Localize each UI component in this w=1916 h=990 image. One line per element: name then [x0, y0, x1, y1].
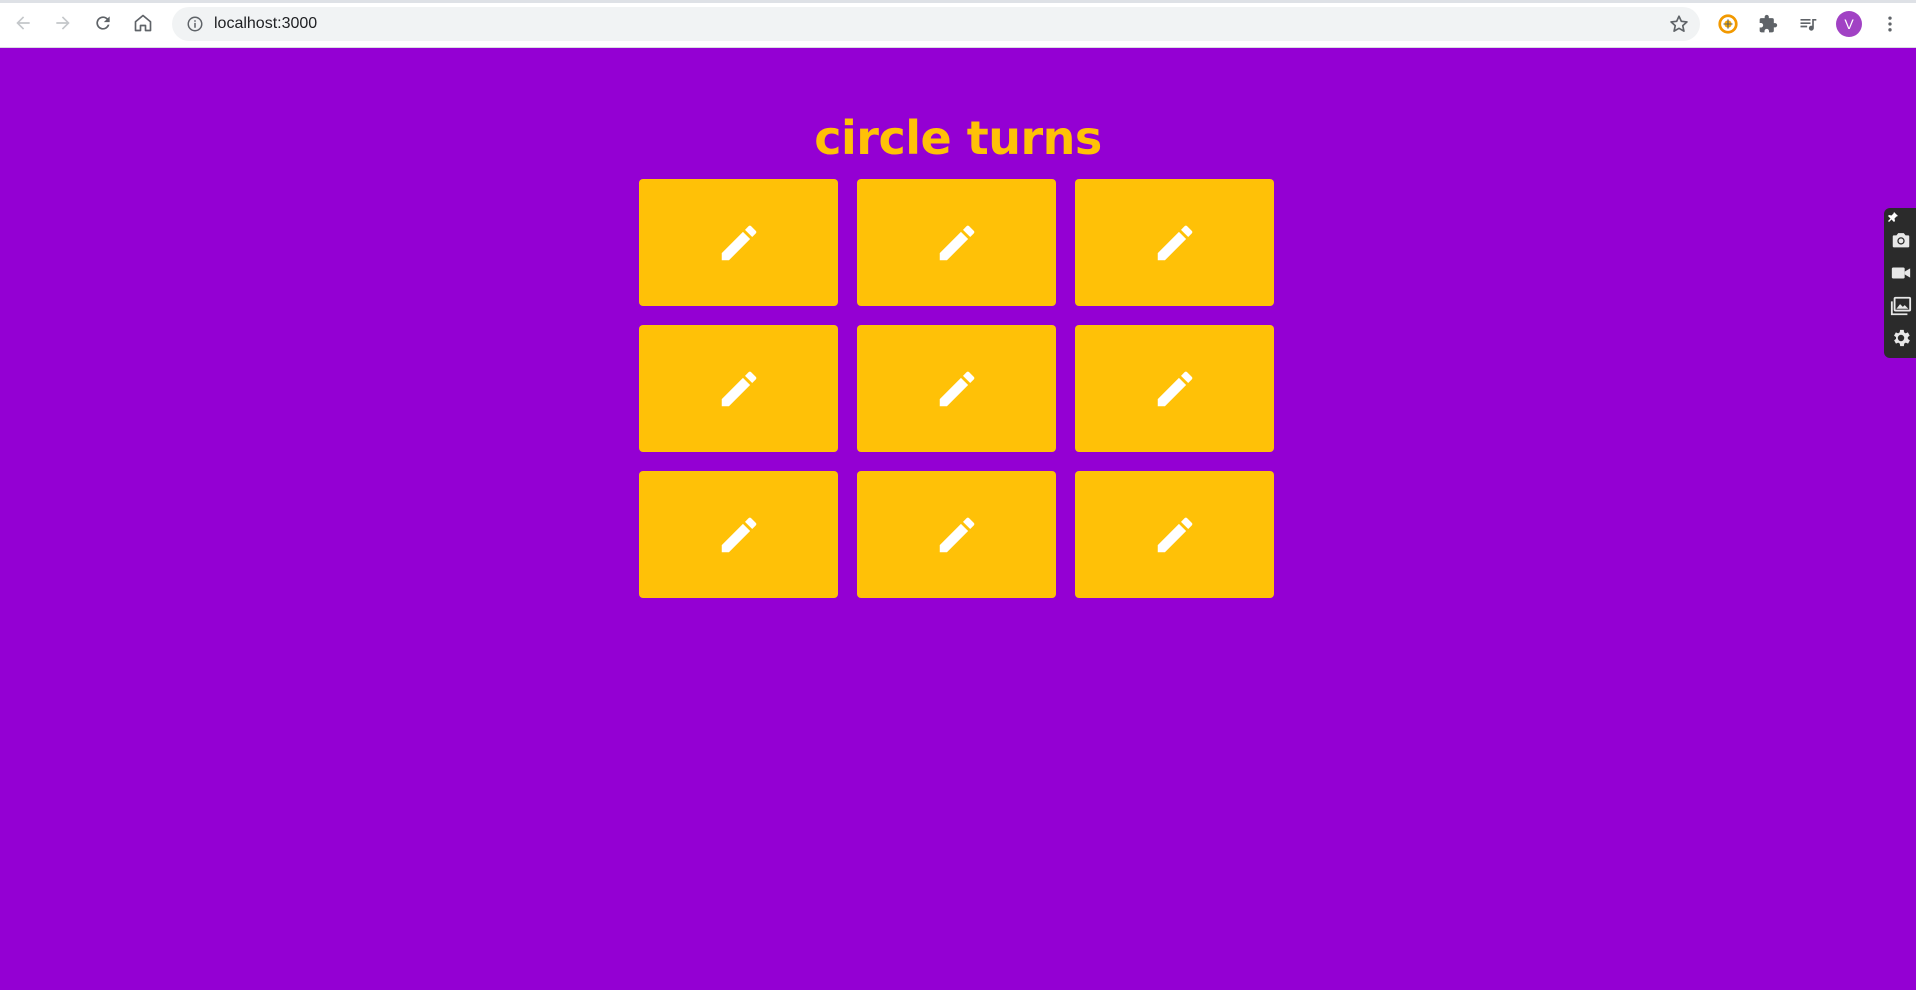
pencil-icon: [721, 371, 756, 406]
tile-9[interactable]: [1075, 471, 1274, 598]
settings-gear-icon: [1894, 329, 1910, 347]
extension-orange-icon: [1718, 14, 1738, 34]
tile-5[interactable]: [857, 325, 1056, 452]
gallery-icon: [1890, 296, 1912, 316]
video-icon: [1891, 267, 1911, 279]
tile-8[interactable]: [857, 471, 1056, 598]
record-video-button[interactable]: [1888, 260, 1914, 286]
forward-icon: [56, 16, 70, 30]
media-queue-button[interactable]: [1795, 11, 1821, 37]
pencil-icon: [939, 371, 974, 406]
back-button[interactable]: [8, 8, 38, 38]
url-text[interactable]: localhost:3000: [214, 15, 317, 33]
browser-toolbar: localhost:3000 V: [0, 0, 1916, 48]
back-icon: [16, 16, 30, 30]
pin-icon: [1888, 212, 1898, 222]
tile-4[interactable]: [639, 325, 838, 452]
extensions-button[interactable]: [1755, 11, 1781, 37]
pencil-icon: [721, 225, 756, 260]
home-icon: [134, 14, 152, 32]
pencil-icon: [1157, 371, 1192, 406]
menu-dots-icon: [1888, 16, 1892, 32]
screenshot-button[interactable]: [1888, 227, 1914, 253]
gallery-button[interactable]: [1888, 293, 1914, 319]
tile-6[interactable]: [1075, 325, 1274, 452]
capture-toolbar: [1884, 208, 1916, 358]
puzzle-extensions-icon: [1759, 14, 1778, 33]
pencil-icon: [721, 517, 756, 552]
pencil-icon: [1157, 517, 1192, 552]
tile-grid: [639, 179, 1274, 598]
browser-menu-button[interactable]: [1877, 11, 1903, 37]
camera-icon: [1892, 233, 1910, 248]
home-button[interactable]: [128, 8, 158, 38]
pencil-icon: [939, 225, 974, 260]
settings-button[interactable]: [1888, 325, 1914, 351]
address-bar[interactable]: localhost:3000: [172, 7, 1700, 41]
reload-button[interactable]: [88, 8, 118, 38]
tile-2[interactable]: [857, 179, 1056, 306]
tile-7[interactable]: [639, 471, 838, 598]
tile-3[interactable]: [1075, 179, 1274, 306]
pencil-icon: [1157, 225, 1192, 260]
forward-button[interactable]: [48, 8, 78, 38]
pencil-icon: [939, 517, 974, 552]
tile-1[interactable]: [639, 179, 838, 306]
media-queue-icon: [1800, 19, 1817, 31]
extension-orange-button[interactable]: [1715, 11, 1741, 37]
profile-avatar[interactable]: V: [1836, 11, 1862, 37]
page-title: circle turns: [814, 111, 1102, 165]
info-icon[interactable]: [186, 15, 204, 33]
reload-icon: [96, 16, 110, 30]
pin-button[interactable]: [1886, 210, 1900, 224]
tab-strip-edge: [0, 0, 1916, 3]
bookmark-star-icon[interactable]: [1668, 13, 1690, 35]
